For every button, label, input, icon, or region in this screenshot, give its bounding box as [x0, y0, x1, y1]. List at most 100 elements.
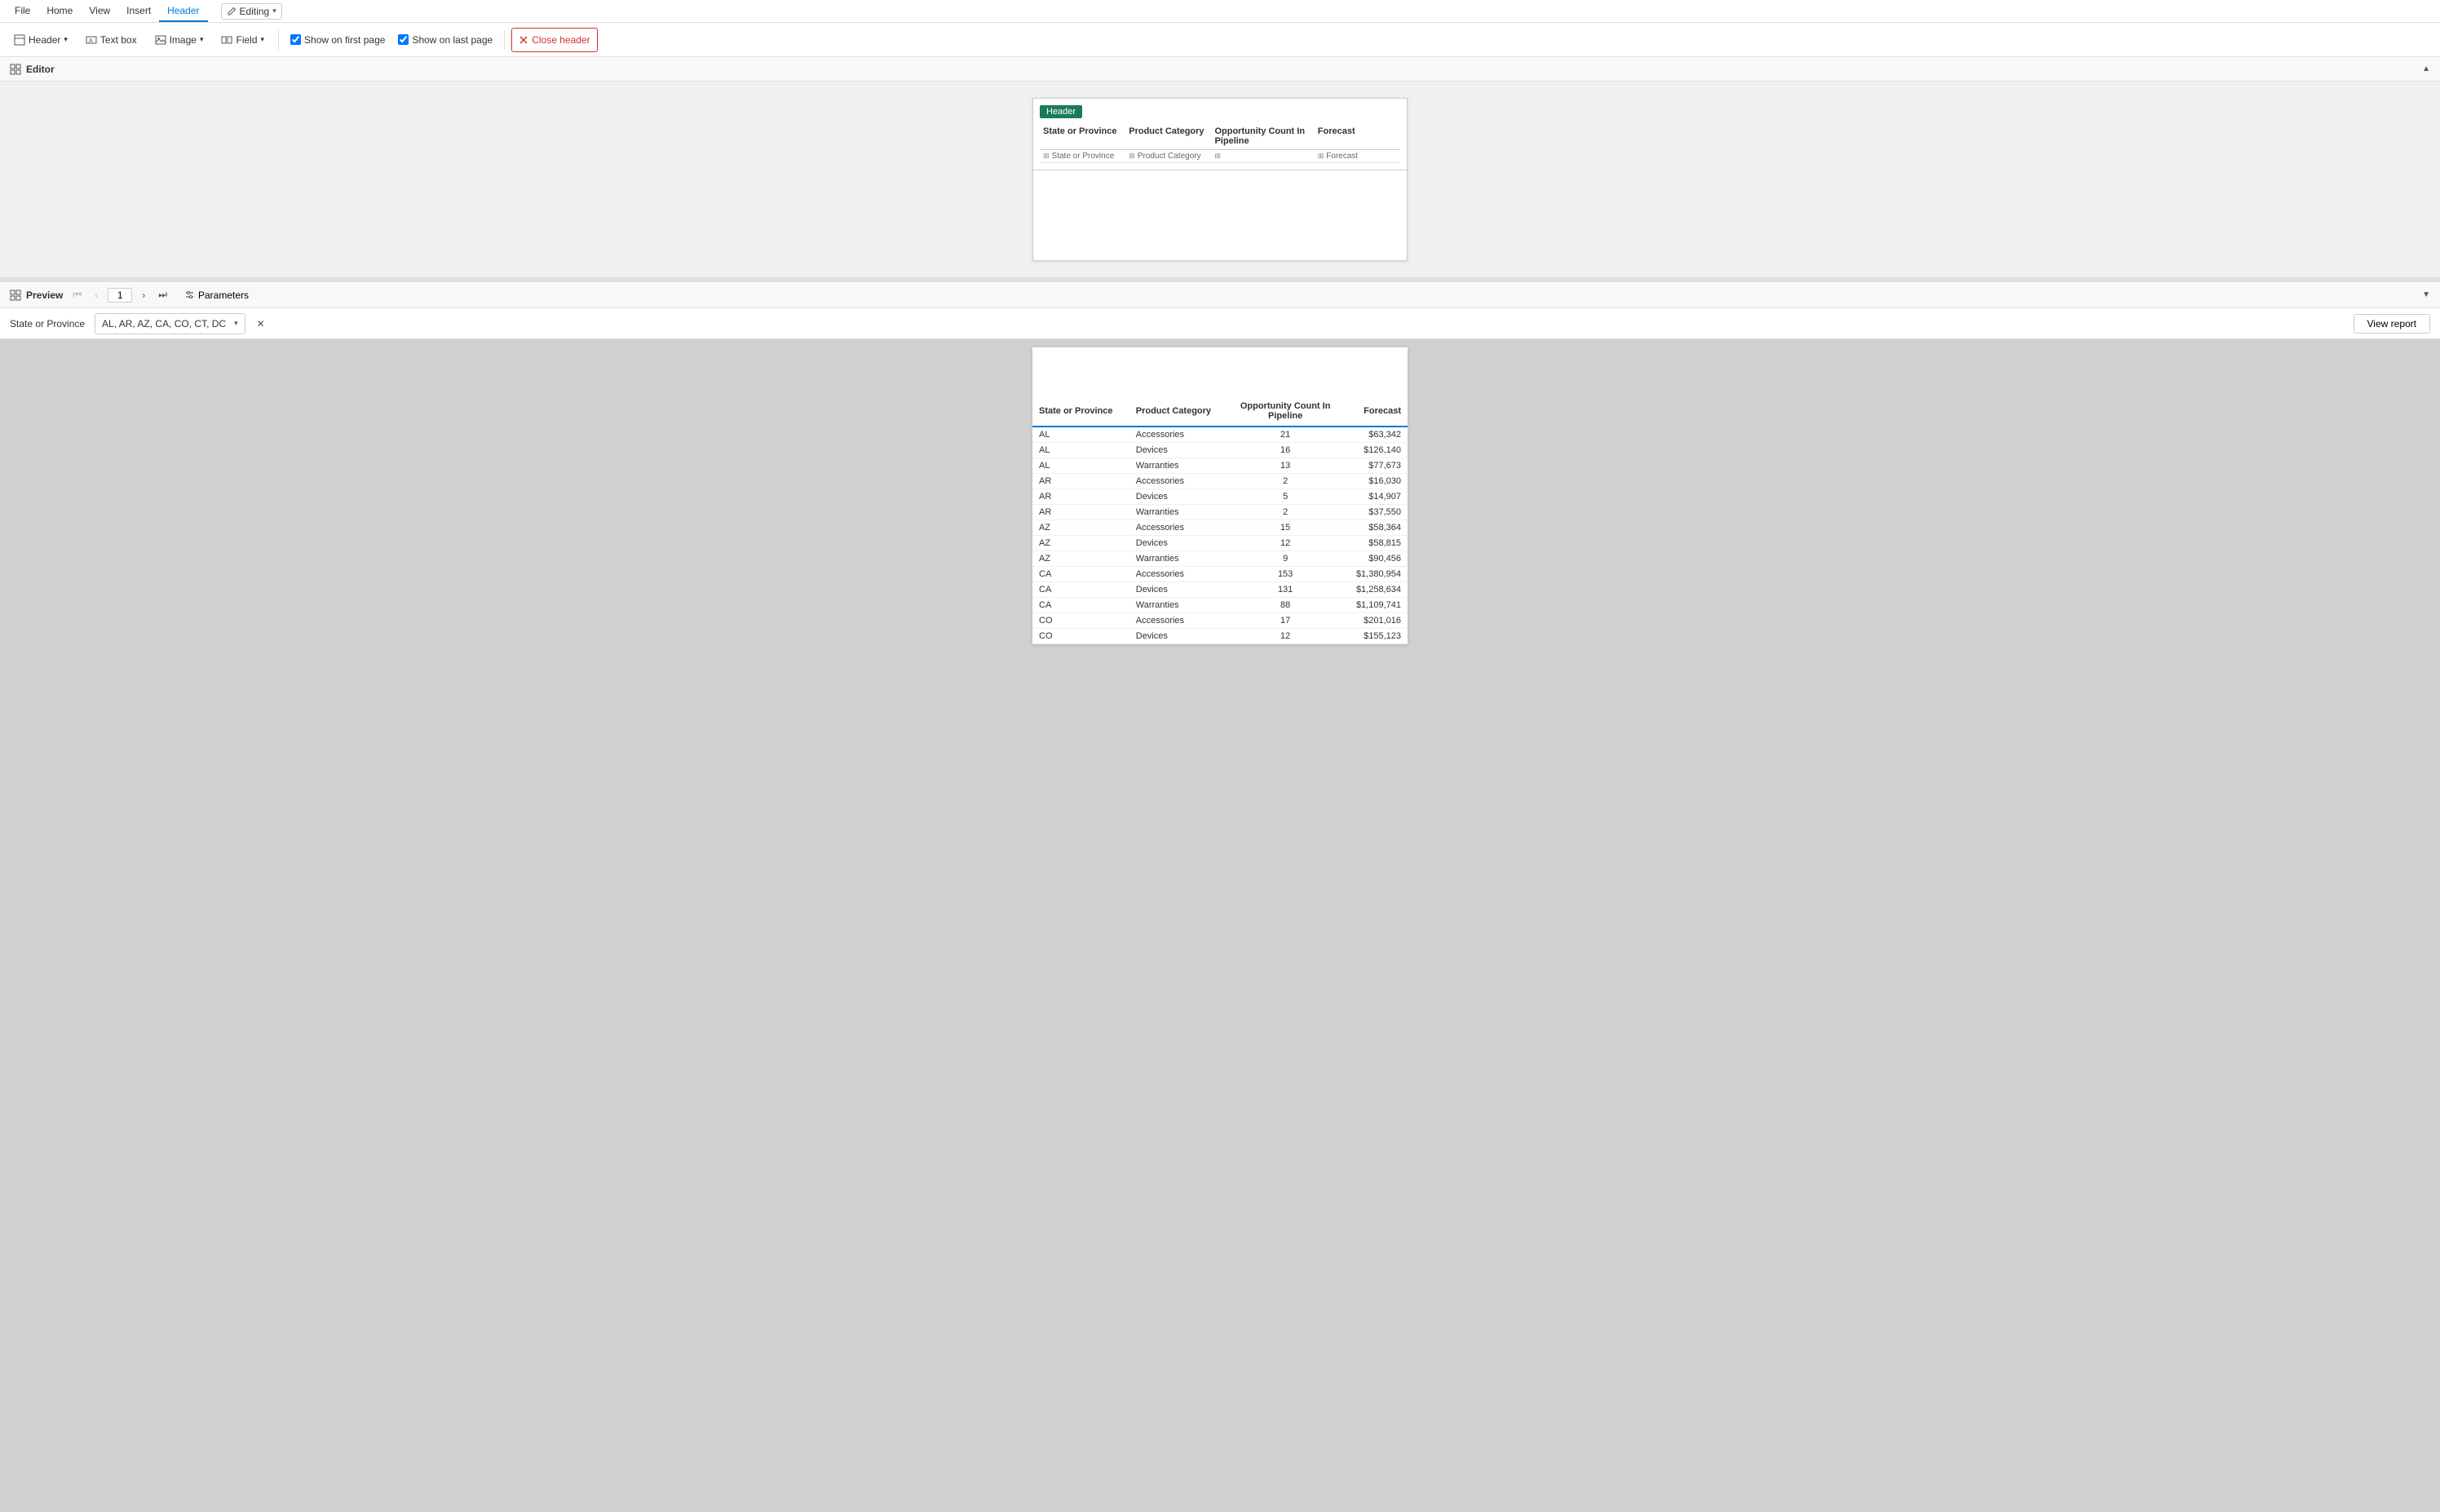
- page-number-input[interactable]: [108, 288, 132, 303]
- cell-state-val: AZ: [1032, 536, 1129, 551]
- param-state-dropdown[interactable]: AL, AR, AZ, CA, CO, CT, DC ▾: [95, 313, 245, 334]
- cell-forecast-val: $14,907: [1343, 489, 1408, 505]
- report-canvas: Header State or Province Product Categor…: [1032, 98, 1408, 261]
- table-row: AL Warranties 13 $77,673: [1032, 458, 1408, 474]
- header-icon: [14, 34, 25, 46]
- textbox-button[interactable]: A Text box: [78, 28, 144, 52]
- cell-state-val: AL: [1032, 427, 1129, 443]
- table-row: AL Devices 16 $126,140: [1032, 443, 1408, 458]
- first-page-btn[interactable]: ⏮: [69, 287, 85, 303]
- cell-product-val: Devices: [1129, 629, 1228, 644]
- col-header-state: State or Province: [1040, 125, 1125, 148]
- header-region[interactable]: Header State or Province Product Categor…: [1033, 99, 1407, 170]
- cell-forecast-val: $77,673: [1343, 458, 1408, 474]
- cell-forecast-val: $16,030: [1343, 474, 1408, 489]
- image-button[interactable]: Image ▾: [148, 28, 211, 52]
- menu-tab-header[interactable]: Header: [159, 0, 207, 22]
- menu-item-insert[interactable]: Insert: [118, 0, 159, 22]
- cell-state-val: CA: [1032, 598, 1129, 613]
- last-page-btn[interactable]: ⏭: [155, 287, 170, 303]
- preview-title-group: Preview: [10, 290, 63, 301]
- cell-state-val: AZ: [1032, 551, 1129, 567]
- view-report-button[interactable]: View report: [2354, 314, 2430, 334]
- param-dropdown-arrow: ▾: [234, 319, 238, 328]
- cell-product-val: Accessories: [1129, 427, 1228, 443]
- menu-item-file[interactable]: File: [7, 0, 38, 22]
- preview-report: State or Province Product Category Oppor…: [1032, 347, 1408, 644]
- show-last-page-checkbox[interactable]: [398, 34, 409, 45]
- show-first-page-label[interactable]: Show on first page: [285, 31, 390, 49]
- cell-state-val: CO: [1032, 613, 1129, 629]
- cell-product-val: Devices: [1129, 582, 1228, 598]
- cell-product-val: Accessories: [1129, 567, 1228, 582]
- field-button[interactable]: Field ▾: [214, 28, 272, 52]
- table-row: CA Accessories 153 $1,380,954: [1032, 567, 1408, 582]
- table-row: AR Accessories 2 $16,030: [1032, 474, 1408, 489]
- next-page-btn[interactable]: ›: [139, 288, 148, 303]
- th-product: Product Category: [1129, 396, 1228, 427]
- menu-item-view[interactable]: View: [81, 0, 118, 22]
- table-row: CA Devices 131 $1,258,634: [1032, 582, 1408, 598]
- preview-collapse-arrow[interactable]: ▼: [2422, 290, 2430, 299]
- menu-item-home[interactable]: Home: [38, 0, 81, 22]
- editor-title-text: Editor: [26, 64, 55, 75]
- close-header-button[interactable]: Close header: [511, 28, 597, 52]
- header-dropdown-arrow: ▾: [64, 35, 68, 44]
- cell-state-val: AR: [1032, 474, 1129, 489]
- textbox-icon: A: [86, 34, 97, 46]
- editor-collapse-arrow[interactable]: ▲: [2422, 64, 2430, 73]
- cell-state-val: AR: [1032, 489, 1129, 505]
- table-row: CO Accessories 17 $201,016: [1032, 613, 1408, 629]
- table-row: AZ Devices 12 $58,815: [1032, 536, 1408, 551]
- cell-forecast: ⊞ Forecast: [1315, 150, 1400, 162]
- col-header-count: Opportunity Count In Pipeline: [1211, 125, 1314, 148]
- col-header-product: Product Category: [1125, 125, 1211, 148]
- param-state-label: State or Province: [10, 318, 85, 329]
- cell-product-val: Warranties: [1129, 551, 1228, 567]
- header-button[interactable]: Header ▾: [7, 28, 75, 52]
- cell-count-val: 21: [1228, 427, 1343, 443]
- cell-forecast-val: $201,016: [1343, 613, 1408, 629]
- cell-count-val: 9: [1228, 551, 1343, 567]
- cell-forecast-val: $126,140: [1343, 443, 1408, 458]
- cell-forecast-val: $1,380,954: [1343, 567, 1408, 582]
- cell-state-val: CO: [1032, 629, 1129, 644]
- pencil-icon: [227, 7, 236, 16]
- th-state: State or Province: [1032, 396, 1129, 427]
- th-count: Opportunity Count InPipeline: [1228, 396, 1343, 427]
- cell-count-val: 15: [1228, 520, 1343, 536]
- cell-forecast-val: $1,109,741: [1343, 598, 1408, 613]
- cell-product: ⊞ Product Category: [1125, 150, 1211, 162]
- cell-product-val: Devices: [1129, 489, 1228, 505]
- toolbar-sep-2: [504, 30, 505, 50]
- editor-grid-icon: [10, 64, 21, 75]
- menu-bar: File Home View Insert Header Editing ▾: [0, 0, 2440, 23]
- cell-state-val: AL: [1032, 458, 1129, 474]
- menu-tabs: File Home View Insert Header: [7, 0, 208, 22]
- cell-state: ⊞ State or Province: [1040, 150, 1125, 162]
- table-row: AL Accessories 21 $63,342: [1032, 427, 1408, 443]
- show-first-page-checkbox[interactable]: [290, 34, 301, 45]
- forecast-cell-icon: ⊞: [1318, 152, 1324, 161]
- param-clear-button[interactable]: ✕: [255, 316, 267, 331]
- product-cell-icon: ⊞: [1129, 152, 1135, 161]
- th-forecast: Forecast: [1343, 396, 1408, 427]
- cell-state-val: AZ: [1032, 520, 1129, 536]
- cell-count-val: 16: [1228, 443, 1343, 458]
- cell-state-val: AR: [1032, 505, 1129, 520]
- show-last-page-label[interactable]: Show on last page: [393, 31, 497, 49]
- cell-forecast-val: $58,364: [1343, 520, 1408, 536]
- editing-mode-badge[interactable]: Editing ▾: [221, 3, 282, 20]
- prev-page-btn[interactable]: ‹: [91, 288, 101, 303]
- cell-count-val: 2: [1228, 474, 1343, 489]
- field-dropdown-arrow: ▾: [261, 35, 265, 44]
- cell-count-val: 2: [1228, 505, 1343, 520]
- cell-count-val: 88: [1228, 598, 1343, 613]
- preview-grid-icon: [10, 290, 21, 301]
- parameters-row: State or Province AL, AR, AZ, CA, CO, CT…: [0, 308, 2440, 339]
- parameters-button[interactable]: Parameters: [177, 286, 256, 304]
- preview-title: Preview: [26, 290, 63, 301]
- preview-top-space: [1032, 347, 1408, 396]
- preview-pane: State or Province Product Category Oppor…: [0, 339, 2440, 1512]
- cell-product-val: Devices: [1129, 536, 1228, 551]
